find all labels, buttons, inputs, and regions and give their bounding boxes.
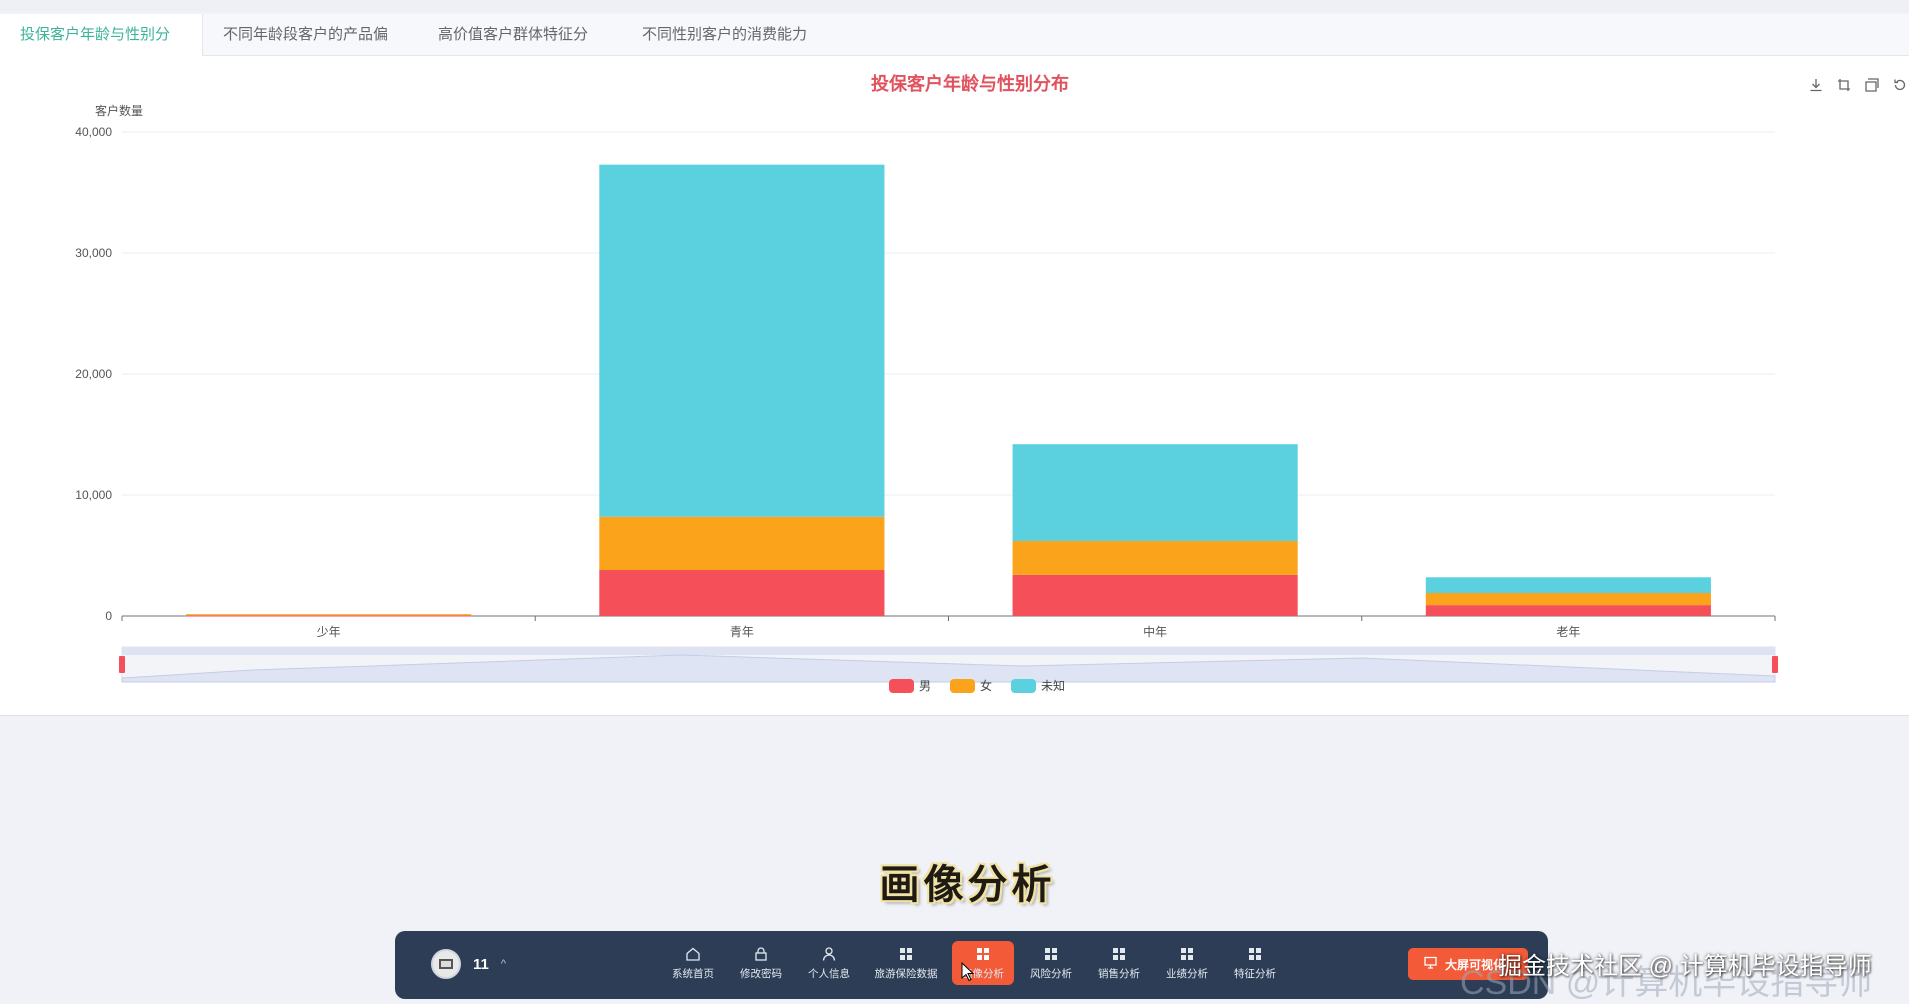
- bar-segment: [186, 615, 472, 617]
- nav-item-feature-analysis[interactable]: 特征分析: [1224, 941, 1286, 985]
- x-tick-label: 少年: [317, 625, 341, 639]
- chart-toolbox: [1807, 76, 1909, 94]
- tab-age-gender[interactable]: 投保客户年龄与性别分布: [0, 14, 203, 85]
- bar-segment: [1012, 444, 1298, 541]
- zoom-icon[interactable]: [1835, 76, 1853, 94]
- juejin-watermark: 掘金技术社区 @ 计算机毕设指导师: [1498, 953, 1872, 980]
- grid-icon: [975, 946, 991, 962]
- bar-segment: [1012, 540, 1298, 575]
- y-tick-label: 0: [105, 609, 112, 623]
- nav-item-sales-analysis[interactable]: 销售分析: [1088, 941, 1150, 985]
- bar-segment: [1425, 593, 1711, 606]
- lock-icon: [753, 946, 769, 962]
- tab-product-preference[interactable]: 不同年龄段客户的产品偏好: [203, 14, 418, 85]
- datazoom-left-handle: [119, 656, 125, 673]
- grid-icon: [1247, 946, 1263, 962]
- datazoom-right-handle: [1772, 656, 1778, 673]
- zoom-reset-icon[interactable]: [1863, 76, 1881, 94]
- tab-bar: 投保客户年龄与性别分布 不同年龄段客户的产品偏好 高价值客户群体特征分析 不同性…: [0, 14, 1909, 85]
- legend-swatch: [1011, 679, 1036, 693]
- nav-item-label: 销售分析: [1098, 967, 1140, 980]
- legend-swatch: [950, 679, 975, 693]
- nav-item-label: 旅游保险数据: [874, 967, 938, 980]
- nav-item-label: 风险分析: [1030, 967, 1072, 980]
- bar-segment: [599, 164, 885, 517]
- y-tick-label: 10,000: [75, 488, 112, 502]
- legend-label: 未知: [1041, 679, 1065, 693]
- legend-label: 男: [919, 679, 931, 693]
- x-tick-label: 中年: [1143, 624, 1167, 639]
- grid-icon: [898, 946, 914, 962]
- grid-icon: [1111, 946, 1127, 962]
- nav-item-label: 系统首页: [672, 967, 714, 980]
- monitor-icon: [1424, 956, 1437, 972]
- y-axis-label: 客户数量: [95, 103, 143, 118]
- x-tick-label: 青年: [730, 625, 754, 639]
- nav-item-label: 修改密码: [740, 967, 782, 980]
- y-tick-label: 20,000: [75, 367, 112, 381]
- nav-item-label: 个人信息: [808, 967, 850, 980]
- chart-title: 投保客户年龄与性别分布: [871, 74, 1069, 94]
- nav-item-travel-data[interactable]: 旅游保险数据: [866, 941, 946, 985]
- legend-label: 女: [980, 678, 992, 693]
- tab-high-value[interactable]: 高价值客户群体特征分析: [418, 14, 622, 85]
- nav-item-password[interactable]: 修改密码: [730, 941, 792, 985]
- restore-icon[interactable]: [1891, 76, 1909, 94]
- chevron-up-icon[interactable]: ^: [501, 958, 506, 970]
- user-icon: [821, 946, 837, 962]
- top-strip: [0, 0, 1909, 12]
- nav-item-label: 特征分析: [1234, 967, 1276, 980]
- nav-item-performance-analysis[interactable]: 业绩分析: [1156, 941, 1218, 985]
- user-menu[interactable]: 11 ^: [431, 949, 506, 979]
- bar-segment: [599, 516, 885, 571]
- nav-item-label: 业绩分析: [1166, 967, 1208, 980]
- download-icon[interactable]: [1807, 76, 1825, 94]
- grid-icon: [1043, 946, 1059, 962]
- y-tick-label: 30,000: [75, 246, 112, 260]
- grid-icon: [1179, 946, 1195, 962]
- avatar[interactable]: [431, 949, 461, 979]
- bar-segment: [1012, 574, 1298, 616]
- tab-gender-spending[interactable]: 不同性别客户的消费能力分析: [622, 14, 832, 85]
- section-subtitle: 画像分析: [879, 861, 1056, 908]
- bar-segment: [186, 614, 472, 616]
- datazoom-top-bar: [122, 647, 1775, 655]
- y-tick-label: 40,000: [75, 125, 112, 139]
- mouse-cursor-icon: [961, 962, 975, 982]
- nav-item-home[interactable]: 系统首页: [662, 941, 724, 985]
- nav-item-risk-analysis[interactable]: 风险分析: [1020, 941, 1082, 985]
- bar-segment: [1425, 605, 1711, 616]
- x-tick-label: 老年: [1556, 625, 1580, 639]
- stacked-bar-chart: 0 10,000 20,000 30,000 40,000 客户数量少年 青年 中年 老年男 女 未…: [75, 103, 1778, 693]
- bar-segment: [1425, 577, 1711, 594]
- user-name: 11: [473, 955, 489, 973]
- legend-swatch: [889, 679, 914, 693]
- bar-segment: [599, 570, 885, 616]
- home-icon: [685, 946, 701, 962]
- nav-item-profile[interactable]: 个人信息: [798, 941, 860, 985]
